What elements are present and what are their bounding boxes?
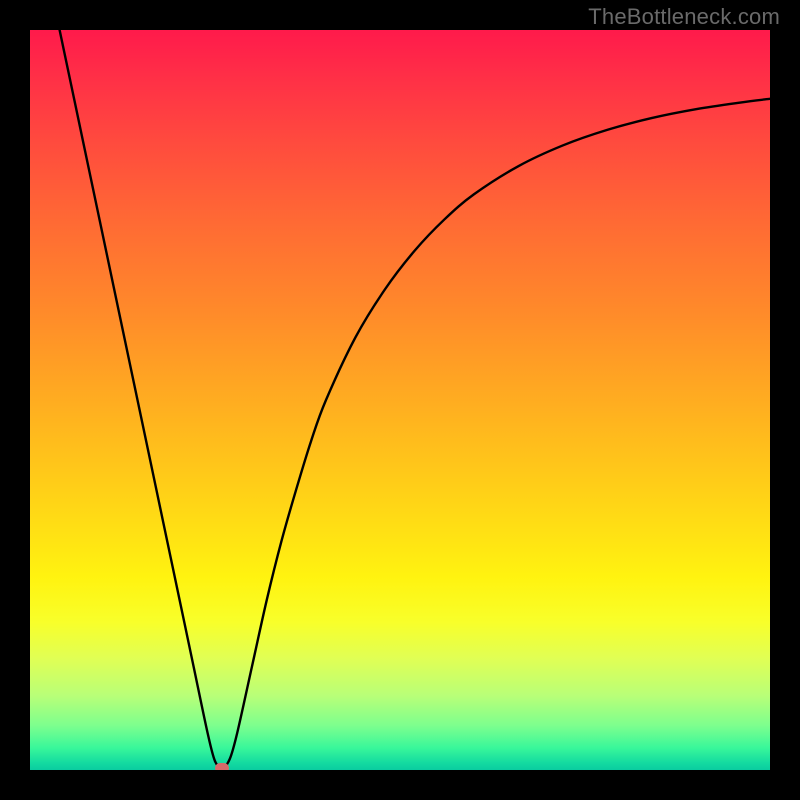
curve-path [60,30,770,768]
watermark-text: TheBottleneck.com [588,4,780,30]
minimum-marker [215,763,229,770]
bottleneck-curve [30,30,770,770]
plot-area [30,30,770,770]
chart-frame: TheBottleneck.com [0,0,800,800]
